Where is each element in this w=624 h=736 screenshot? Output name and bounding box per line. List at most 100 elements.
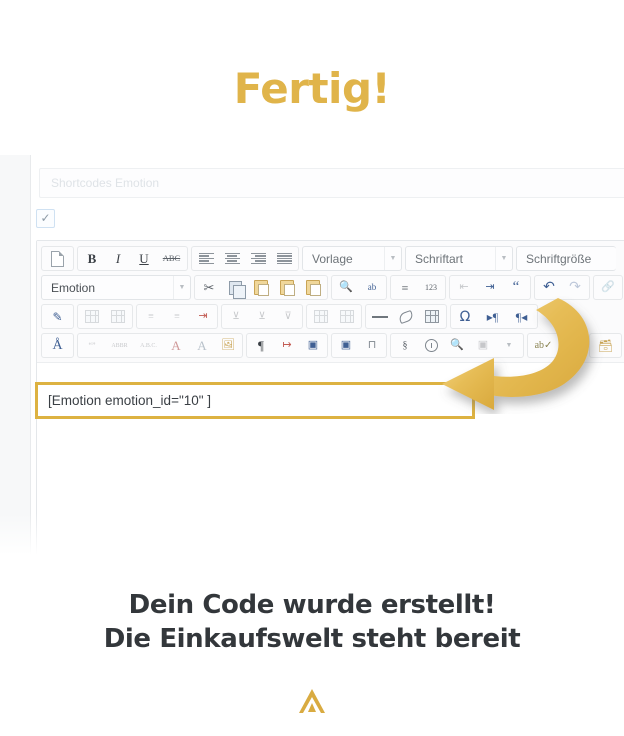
- show-blocks-icon[interactable]: ¶: [249, 334, 273, 357]
- indent-icon[interactable]: ⇥: [478, 276, 502, 299]
- quote-style-icon[interactable]: “”: [80, 334, 104, 357]
- chevron-down-icon[interactable]: ▼: [497, 334, 521, 357]
- undo-icon[interactable]: ↶: [537, 276, 561, 299]
- insert-row-before-icon[interactable]: [80, 305, 104, 328]
- bold-button[interactable]: B: [80, 247, 104, 270]
- blockquote-icon[interactable]: “: [504, 276, 528, 299]
- chevron-up-icon[interactable]: [297, 688, 327, 719]
- chevron-down-icon: ▼: [495, 247, 512, 270]
- toolbar-group-rows: [77, 304, 133, 329]
- toolbar-group-spellcheck: ab✓ ▼: [527, 333, 586, 358]
- split-cell-icon[interactable]: ⊻: [250, 305, 274, 328]
- shortcode-title-input[interactable]: Shortcodes Emotion: [39, 168, 624, 198]
- fontsize-select[interactable]: Schriftgröße: [516, 246, 616, 271]
- link-icon[interactable]: 🔗: [596, 276, 620, 299]
- editor-screenshot: Shortcodes Emotion ✓ B I U ABC Vorlage ▼…: [0, 155, 624, 555]
- paste-from-word-icon[interactable]: W: [301, 276, 325, 299]
- toolbar-group-align: [191, 246, 299, 271]
- remove-list-icon[interactable]: ⇥: [191, 305, 215, 328]
- toolbar-group-indent: ⇤ ⇥ “: [449, 275, 531, 300]
- superscript-icon[interactable]: A: [190, 334, 214, 357]
- toolbar-group-text-semantics: “” ABBR A.B.C. A A 🖼: [77, 333, 243, 358]
- insert-time-icon[interactable]: [419, 334, 443, 357]
- numbered-list-icon[interactable]: 123: [419, 276, 443, 299]
- media-icon[interactable]: 🗃: [592, 334, 619, 357]
- subscript-icon[interactable]: A: [164, 334, 188, 357]
- align-right-button[interactable]: [246, 247, 270, 270]
- insert-layer-icon[interactable]: ▣: [301, 334, 325, 357]
- align-center-button[interactable]: [220, 247, 244, 270]
- preview-icon[interactable]: 🔍: [445, 334, 469, 357]
- toolbar-group-link: 🔗: [593, 275, 623, 300]
- toolbar-group-datetime: § 🔍 ▣ ▼: [390, 333, 524, 358]
- underline-button[interactable]: U: [132, 247, 156, 270]
- insert-row-after-icon[interactable]: [106, 305, 130, 328]
- fontfamily-select-label: Schriftart: [415, 251, 464, 266]
- copy-icon[interactable]: [223, 276, 247, 299]
- fontsize-select-label: Schriftgröße: [526, 251, 592, 266]
- cell-properties-icon[interactable]: ⊽: [276, 305, 300, 328]
- remove-format-icon[interactable]: [394, 305, 418, 328]
- active-checkbox[interactable]: ✓: [36, 208, 55, 228]
- caption-line-1: Dein Code wurde erstellt!: [128, 590, 496, 620]
- emotion-select-label: Emotion: [51, 280, 96, 295]
- toolbar-row-2: Emotion ▼ ✂ T W 🔍 ab ≡ 123 ⇤ ⇥ “ ↶ ↷ 🔗: [39, 273, 624, 302]
- italic-button[interactable]: I: [106, 247, 130, 270]
- format-select[interactable]: Vorlage ▼: [302, 246, 402, 271]
- table-row-icon[interactable]: [309, 305, 333, 328]
- table-column-icon[interactable]: [335, 305, 359, 328]
- paste-icon[interactable]: [249, 276, 273, 299]
- anchor-icon[interactable]: ▣: [334, 334, 358, 357]
- replace-icon[interactable]: ab: [360, 276, 384, 299]
- caption-line-2: Die Einkaufswelt steht bereit: [103, 624, 521, 655]
- toolbar-group-blocks: ¶ ↦ ▣: [246, 333, 328, 358]
- nonbreaking-icon[interactable]: ↦: [275, 334, 299, 357]
- page-title: Fertig!: [233, 64, 391, 113]
- horizontal-rule-icon[interactable]: [368, 305, 392, 328]
- editor-toolbars: B I U ABC Vorlage ▼ Schriftart ▼ Schrift…: [37, 241, 624, 363]
- insert-image-icon[interactable]: 🖼: [216, 334, 240, 357]
- toolbar-group-table-structure: [306, 304, 362, 329]
- toolbar-group-media: 🗃: [589, 333, 622, 358]
- strikethrough-button[interactable]: ABC: [158, 247, 185, 270]
- ltr-direction-icon[interactable]: ▸¶: [479, 305, 506, 328]
- paste-as-text-icon[interactable]: T: [275, 276, 299, 299]
- toolbar-group-source: ✎: [41, 304, 74, 329]
- emotion-select[interactable]: Emotion ▼: [41, 275, 191, 300]
- toolbar-group-search: 🔍 ab: [331, 275, 387, 300]
- footer-chevron-wrap: [0, 688, 624, 719]
- merge-cells-icon[interactable]: ⊻: [224, 305, 248, 328]
- list-item-properties-icon[interactable]: ≡: [165, 305, 189, 328]
- spellcheck-icon[interactable]: ab✓: [530, 334, 557, 357]
- cut-icon[interactable]: ✂: [197, 276, 221, 299]
- chevron-down-icon[interactable]: ▼: [559, 334, 583, 357]
- redo-icon[interactable]: ↷: [563, 276, 587, 299]
- find-icon[interactable]: 🔍: [334, 276, 358, 299]
- outdent-icon[interactable]: ⇤: [452, 276, 476, 299]
- chevron-down-icon: ▼: [384, 247, 401, 270]
- font-style-icon[interactable]: Å: [44, 334, 71, 357]
- insert-table-icon[interactable]: [420, 305, 444, 328]
- special-character-icon[interactable]: Ω: [453, 305, 477, 328]
- toolbar-group-clipboard: ✂ T W: [194, 275, 328, 300]
- page-break-icon[interactable]: ⊓: [360, 334, 384, 357]
- generated-shortcode-text: [Emotion emotion_id="10" ]: [48, 393, 212, 408]
- insert-date-icon[interactable]: §: [393, 334, 417, 357]
- toolbar-row-4: Å “” ABBR A.B.C. A A 🖼 ¶ ↦ ▣ ▣ ⊓ § 🔍 ▣ ▼…: [39, 331, 624, 360]
- generated-shortcode-field[interactable]: [Emotion emotion_id="10" ]: [35, 382, 475, 419]
- checkmark-icon: ✓: [40, 211, 51, 225]
- shortcode-title-placeholder: Shortcodes Emotion: [51, 176, 160, 190]
- acronym-icon[interactable]: A.B.C.: [135, 334, 162, 357]
- fontfamily-select[interactable]: Schriftart ▼: [405, 246, 513, 271]
- list-properties-icon[interactable]: ≡: [139, 305, 163, 328]
- toolbar-group-fontstyle: Å: [41, 333, 74, 358]
- select-all-icon[interactable]: ▣: [471, 334, 495, 357]
- new-document-icon[interactable]: [44, 247, 71, 270]
- rtl-direction-icon[interactable]: ¶◂: [508, 305, 535, 328]
- bullet-list-icon[interactable]: ≡: [393, 276, 417, 299]
- abbreviation-icon[interactable]: ABBR: [106, 334, 133, 357]
- edit-source-icon[interactable]: ✎: [44, 305, 71, 328]
- align-left-button[interactable]: [194, 247, 218, 270]
- align-justify-button[interactable]: [272, 247, 296, 270]
- toolbar-group-lists: ≡ 123: [390, 275, 446, 300]
